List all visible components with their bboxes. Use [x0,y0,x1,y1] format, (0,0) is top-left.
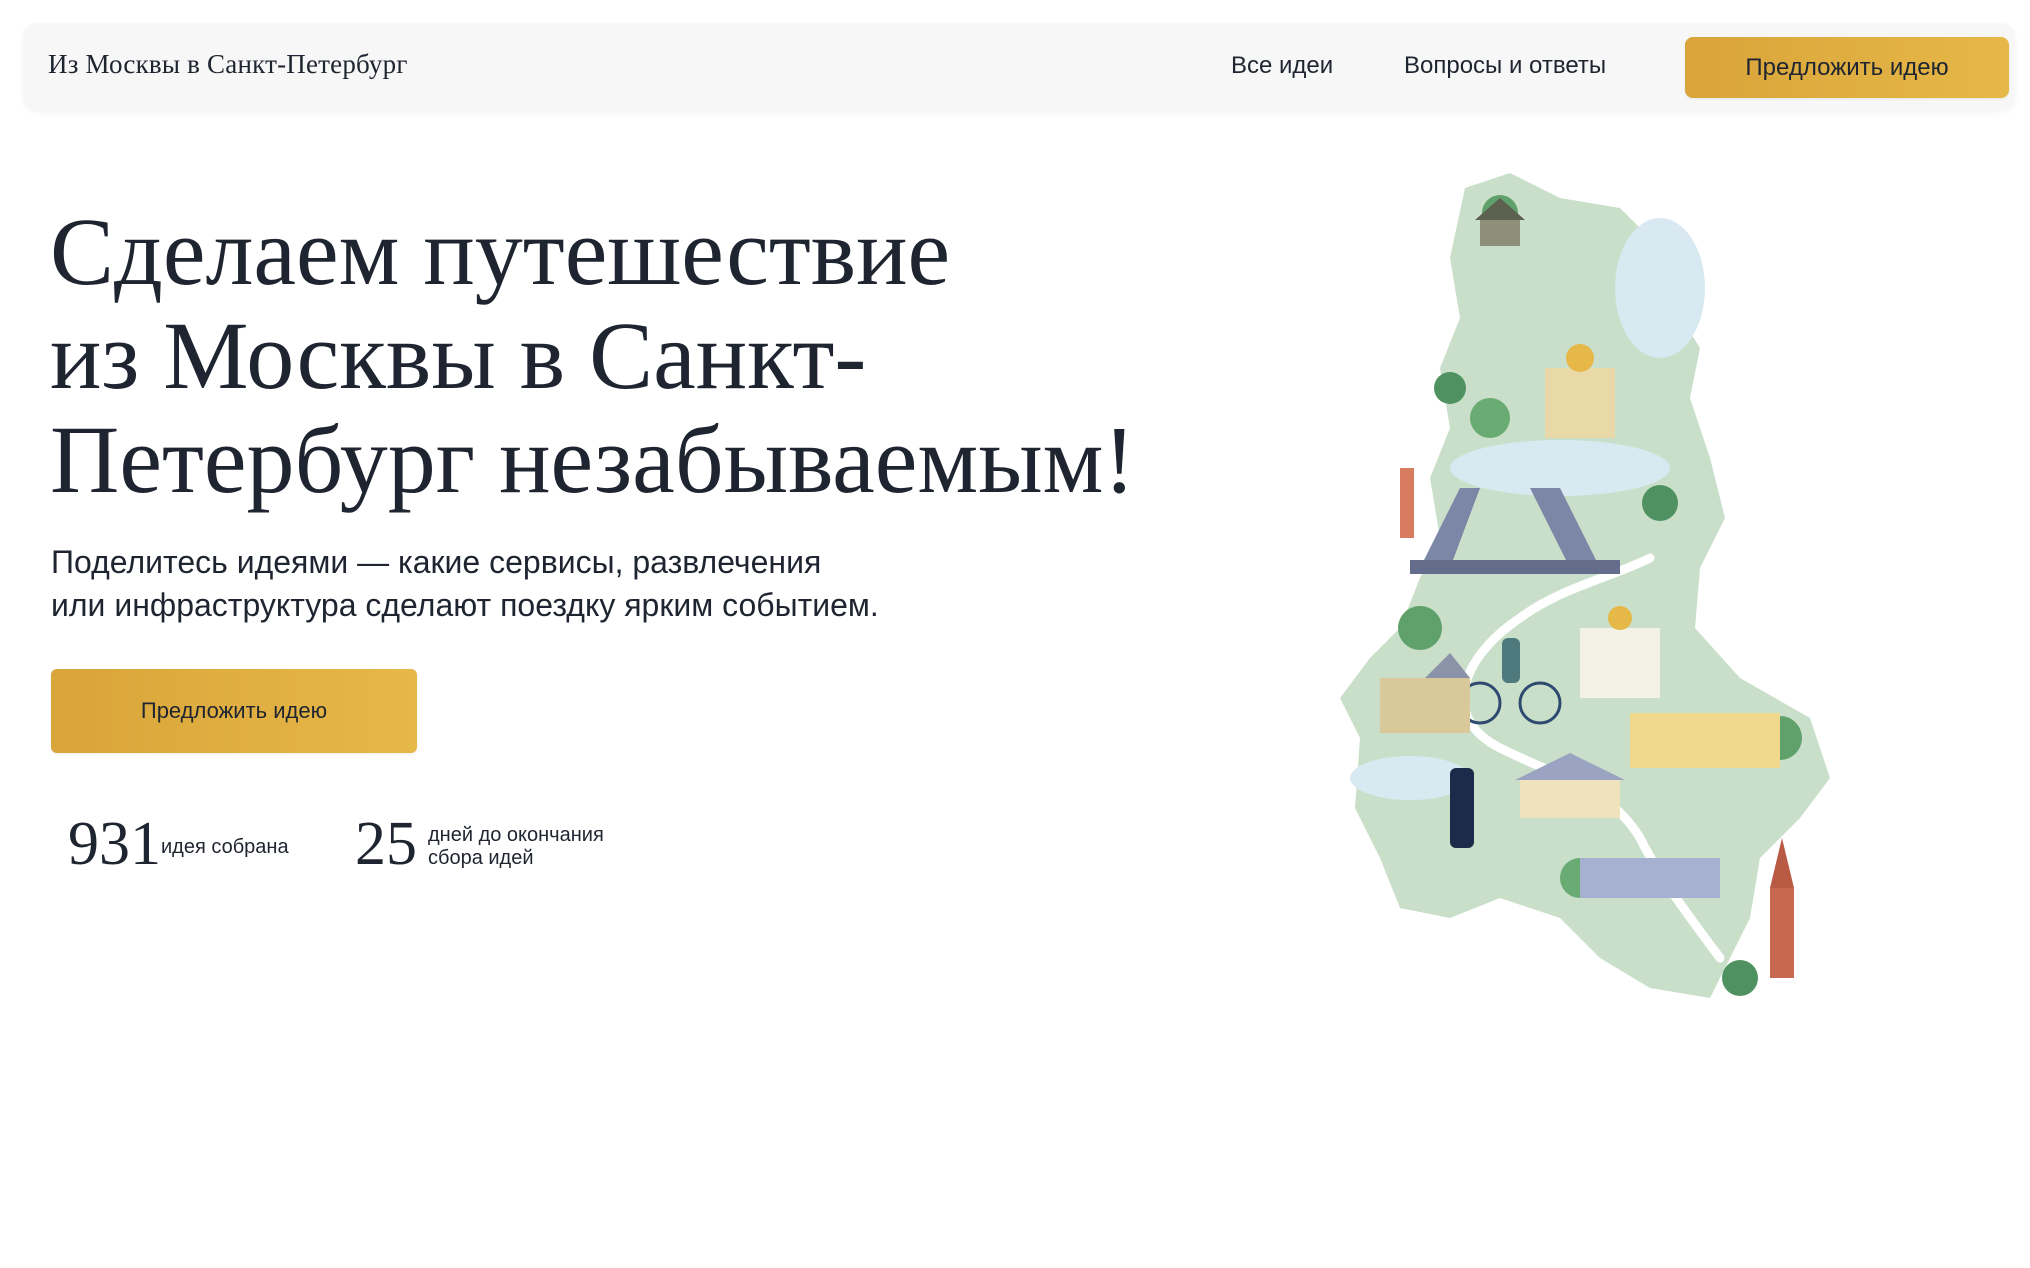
days-left-label: дней до окончания сбора идей [428,824,648,870]
brand-logo[interactable]: Из Москвы в Санкт-Петербург [48,49,408,80]
ideas-count: 931 [68,810,161,878]
tree-icon [1398,606,1442,650]
hiker-icon [1450,768,1474,848]
tree-icon [1434,372,1466,404]
nav-faq[interactable]: Вопросы и ответы [1404,52,1606,80]
tree-icon [1722,960,1758,996]
map-water [1615,218,1705,358]
house-icon [1480,218,1520,246]
fortress-icon [1380,678,1470,733]
hero-subtitle-line: или инфраструктура сделают поездку ярким… [51,587,879,623]
header-suggest-idea-button[interactable]: Предложить идею [1685,37,2009,98]
bridge-deck-icon [1410,560,1620,574]
tree-icon [1470,398,1510,438]
hero-title-line: из Москвы в Санкт- [50,302,867,409]
kremlin-tower-icon [1770,888,1794,978]
cyclist-icon [1502,638,1520,683]
hero-suggest-idea-button[interactable]: Предложить идею [51,669,417,753]
cathedral-dome-icon [1608,606,1632,630]
church-icon [1545,368,1615,438]
days-left-count: 25 [355,810,417,878]
tree-icon [1642,485,1678,521]
site-header: Из Москвы в Санкт-Петербург Все идеи Воп… [23,23,2015,111]
hero-subtitle-line: Поделитесь идеями — какие сервисы, развл… [51,544,822,580]
manor-icon [1520,778,1620,818]
route-map-illustration [1340,173,1830,998]
hero-title: Сделаем путешествие из Москвы в Санкт- П… [50,200,1180,512]
kremlin-spire-icon [1770,838,1794,888]
building-icon [1580,858,1720,898]
hero-subtitle: Поделитесь идеями — какие сервисы, развл… [51,541,1051,627]
cathedral-icon [1580,628,1660,698]
days-left-label-line: дней до окончания [428,824,604,846]
hero-title-line: Сделаем путешествие [50,198,951,305]
days-left-label-line: сбора идей [428,847,534,869]
map-water [1450,440,1670,496]
hero-title-line: Петербург незабываемым! [50,406,1136,513]
church-dome-icon [1566,344,1594,372]
lighthouse-icon [1400,468,1414,538]
palace-icon [1630,713,1780,768]
ideas-count-label: идея собрана [161,836,289,858]
nav-all-ideas[interactable]: Все идеи [1231,52,1333,80]
